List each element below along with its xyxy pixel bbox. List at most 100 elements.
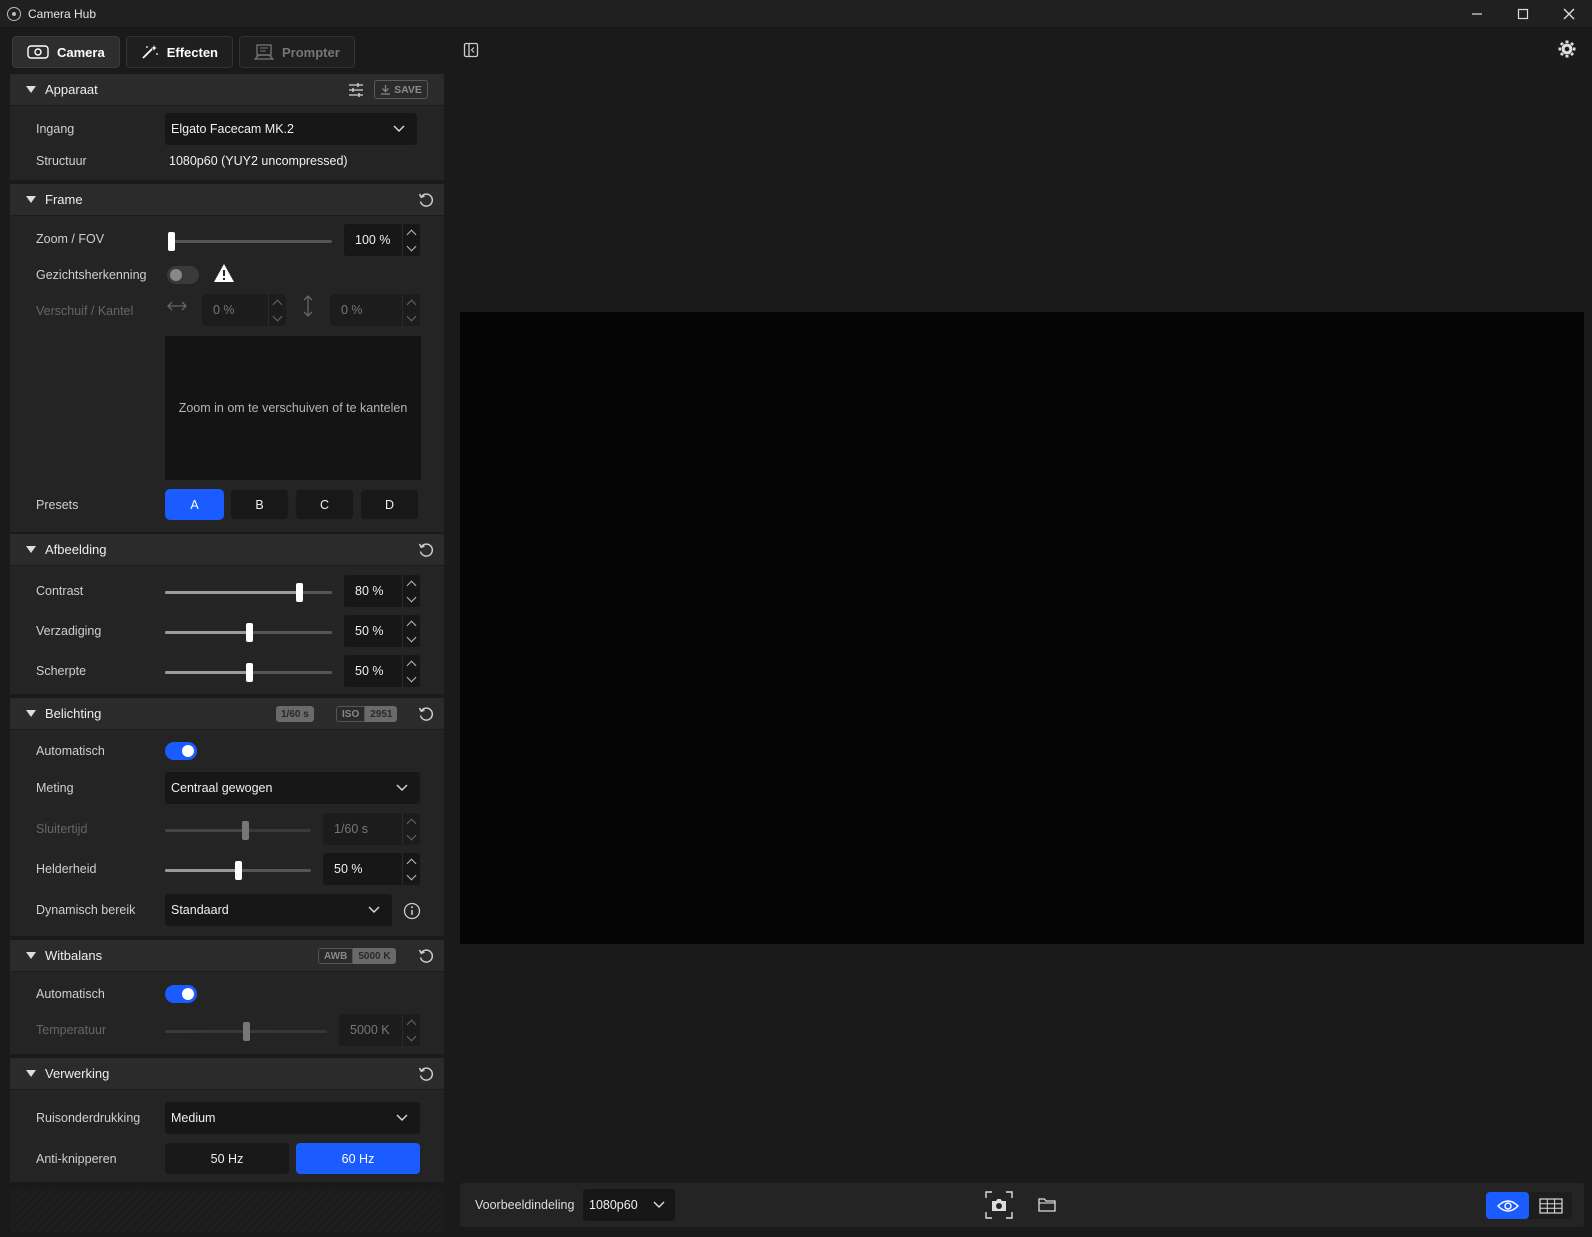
prompter-icon [254, 44, 274, 60]
sidebar-toggle-icon[interactable] [463, 42, 479, 58]
snapshot-camera-icon[interactable] [985, 1191, 1013, 1219]
face-detection-toggle[interactable] [167, 266, 199, 284]
section-apparaat: Apparaat SAVE Ingang Elgato Facecam MK.2… [10, 74, 444, 180]
ruisonderdrukking-dropdown[interactable]: Medium [165, 1102, 420, 1134]
temperatuur-spinbox[interactable]: 5000 K [339, 1014, 420, 1046]
arrow-down-icon[interactable] [406, 672, 417, 682]
sluitertijd-spinbox[interactable]: 1/60 s [323, 813, 420, 845]
auto-wb-toggle[interactable] [165, 985, 197, 1003]
reset-icon[interactable] [418, 706, 434, 722]
arrow-down-icon[interactable] [406, 1031, 417, 1041]
info-icon[interactable] [403, 902, 421, 920]
helderheid-spinbox[interactable]: 50 % [323, 853, 420, 885]
meting-dropdown[interactable]: Centraal gewogen [165, 772, 420, 804]
arrow-up-icon[interactable] [406, 580, 417, 590]
folder-icon[interactable] [1038, 1197, 1056, 1212]
arrow-down-icon[interactable] [406, 241, 417, 251]
zoom-spinbox[interactable]: 100 % [344, 224, 420, 256]
arrow-down-icon[interactable] [406, 870, 417, 880]
spin-arrows[interactable] [268, 294, 286, 326]
scherpte-slider[interactable] [165, 663, 332, 682]
zoom-slider[interactable] [168, 232, 332, 251]
grid-view-button[interactable] [1529, 1192, 1572, 1219]
tab-effecten[interactable]: Effecten [125, 36, 233, 68]
close-button[interactable] [1546, 0, 1592, 28]
temperatuur-slider[interactable] [165, 1022, 327, 1041]
pan-spinbox[interactable]: 0 % [202, 294, 286, 326]
spin-arrows[interactable] [402, 294, 420, 326]
slider-thumb[interactable] [168, 232, 175, 251]
preset-c-button[interactable]: C [295, 489, 354, 520]
warning-icon[interactable] [213, 263, 235, 283]
spin-arrows[interactable] [402, 615, 420, 647]
save-button[interactable]: SAVE [374, 80, 428, 99]
section-header-verwerking[interactable]: Verwerking [10, 1058, 444, 1090]
preset-b-button[interactable]: B [230, 489, 289, 520]
dynamisch-bereik-dropdown[interactable]: Standaard [165, 894, 392, 926]
reset-icon[interactable] [418, 1066, 434, 1082]
arrow-up-icon[interactable] [406, 858, 417, 868]
hz-60-button[interactable]: 60 Hz [296, 1143, 420, 1174]
gear-icon[interactable] [1558, 40, 1576, 58]
section-header-afbeelding[interactable]: Afbeelding [10, 534, 444, 566]
helderheid-slider[interactable] [165, 861, 311, 880]
section-header-belichting[interactable]: Belichting 1/60 s ISO 2951 [10, 698, 444, 730]
hz-50-button[interactable]: 50 Hz [165, 1143, 289, 1174]
section-header-frame[interactable]: Frame [10, 184, 444, 216]
slider-thumb[interactable] [295, 583, 303, 602]
slider-thumb[interactable] [245, 663, 253, 682]
spin-arrows[interactable] [402, 575, 420, 607]
contrast-spinbox[interactable]: 80 % [344, 575, 420, 607]
face-detection-label: Gezichtsherkenning [36, 268, 147, 282]
tab-prompter[interactable]: Prompter [239, 36, 355, 68]
section-header-apparaat[interactable]: Apparaat SAVE [10, 74, 444, 106]
auto-exposure-toggle[interactable] [165, 742, 197, 760]
preview-view-button[interactable] [1486, 1192, 1529, 1219]
arrow-down-icon[interactable] [406, 592, 417, 602]
spin-arrows[interactable] [402, 853, 420, 885]
arrow-down-icon[interactable] [406, 830, 417, 840]
tilt-spinbox[interactable]: 0 % [330, 294, 420, 326]
sliders-settings-icon[interactable] [348, 82, 364, 98]
arrow-down-icon[interactable] [272, 311, 283, 321]
chevron-down-icon [653, 1201, 665, 1208]
section-header-witbalans[interactable]: Witbalans AWB 5000 K [10, 940, 444, 972]
arrow-down-icon[interactable] [406, 311, 417, 321]
verzadiging-slider[interactable] [165, 623, 332, 642]
reset-icon[interactable] [418, 542, 434, 558]
maximize-button[interactable] [1500, 0, 1546, 28]
preset-d-button[interactable]: D [360, 489, 419, 520]
contrast-slider[interactable] [165, 583, 332, 602]
arrow-up-icon[interactable] [406, 229, 417, 239]
scherpte-spinbox[interactable]: 50 % [344, 655, 420, 687]
slider-thumb[interactable] [243, 1022, 250, 1041]
arrow-up-icon[interactable] [406, 299, 417, 309]
slider-thumb[interactable] [235, 861, 242, 880]
minimize-button[interactable] [1454, 0, 1500, 28]
presets-group: A B C D [165, 489, 421, 520]
slider-thumb[interactable] [245, 623, 253, 642]
arrow-up-icon[interactable] [406, 1019, 417, 1029]
arrow-up-icon[interactable] [406, 660, 417, 670]
camera-icon [27, 45, 49, 59]
tab-camera[interactable]: Camera [12, 36, 120, 68]
reset-icon[interactable] [418, 192, 434, 208]
verzadiging-spinbox[interactable]: 50 % [344, 615, 420, 647]
main-tabs: Camera Effecten Prompter [12, 36, 355, 68]
arrow-down-icon[interactable] [406, 632, 417, 642]
preset-a-button[interactable]: A [165, 489, 224, 520]
arrow-up-icon[interactable] [406, 818, 417, 828]
arrow-up-icon[interactable] [406, 620, 417, 630]
slider-thumb[interactable] [242, 821, 250, 840]
arrow-up-icon[interactable] [272, 299, 283, 309]
spin-arrows[interactable] [402, 655, 420, 687]
pan-tilt-pad[interactable]: Zoom in om te verschuiven of te kantelen [165, 336, 421, 480]
reset-icon[interactable] [418, 948, 434, 964]
preview-layout-dropdown[interactable]: 1080p60 [583, 1189, 675, 1221]
ingang-dropdown[interactable]: Elgato Facecam MK.2 [165, 113, 417, 145]
spin-arrows[interactable] [402, 224, 420, 256]
spin-arrows[interactable] [402, 813, 420, 845]
spin-arrows[interactable] [402, 1014, 420, 1046]
collapse-caret-icon [26, 1070, 36, 1077]
sluitertijd-slider[interactable] [165, 821, 311, 840]
